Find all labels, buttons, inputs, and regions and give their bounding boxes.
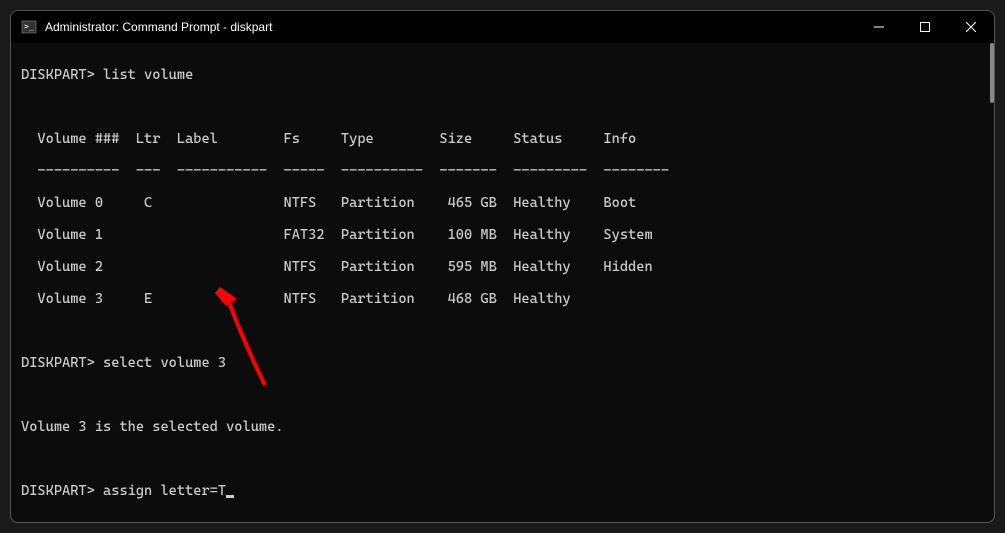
command-text: select volume 3 xyxy=(103,355,226,371)
prompt: DISKPART> xyxy=(21,483,95,499)
command-text: assign letter=T xyxy=(103,483,226,499)
svg-text:>_: >_ xyxy=(24,22,34,31)
table-row: Volume 0 C NTFS Partition 465 GB Healthy… xyxy=(21,195,984,211)
minimize-button[interactable] xyxy=(856,11,902,43)
table-header: Volume ### Ltr Label Fs Type Size Status… xyxy=(21,131,984,147)
prompt: DISKPART> xyxy=(21,355,95,371)
table-row: Volume 3 E NTFS Partition 468 GB Healthy xyxy=(21,291,984,307)
response-text: Volume 3 is the selected volume. xyxy=(21,419,984,435)
text-cursor xyxy=(226,495,234,498)
command-text: list volume xyxy=(103,67,193,83)
close-button[interactable] xyxy=(948,11,994,43)
table-row: Volume 2 NTFS Partition 595 MB Healthy H… xyxy=(21,259,984,275)
cmd-icon: >_ xyxy=(21,19,37,35)
table-row: Volume 1 FAT32 Partition 100 MB Healthy … xyxy=(21,227,984,243)
table-divider: ---------- --- ----------- ----- -------… xyxy=(21,163,984,179)
window-title: Administrator: Command Prompt - diskpart xyxy=(45,20,856,34)
maximize-button[interactable] xyxy=(902,11,948,43)
prompt: DISKPART> xyxy=(21,67,95,83)
command-prompt-window: >_ Administrator: Command Prompt - diskp… xyxy=(10,10,995,523)
terminal-output[interactable]: DISKPART> list volume Volume ### Ltr Lab… xyxy=(11,43,994,522)
scrollbar[interactable] xyxy=(990,43,994,103)
window-controls xyxy=(856,11,994,43)
titlebar[interactable]: >_ Administrator: Command Prompt - diskp… xyxy=(11,11,994,43)
